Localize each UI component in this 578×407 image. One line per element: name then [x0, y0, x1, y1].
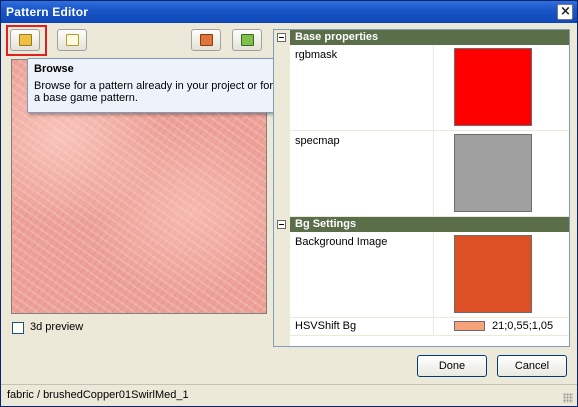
title-bar[interactable]: Pattern Editor ×: [1, 1, 577, 23]
category-bg-settings[interactable]: Bg Settings: [274, 217, 569, 232]
property-name: specmap: [295, 135, 340, 147]
done-button[interactable]: Done: [417, 355, 487, 377]
folder-open-icon: [19, 34, 32, 46]
property-row-specmap[interactable]: specmap: [290, 131, 569, 217]
specmap-swatch[interactable]: [454, 134, 532, 212]
category-label: Base properties: [295, 31, 379, 43]
cancel-button[interactable]: Cancel: [497, 355, 567, 377]
property-name: Background Image: [295, 236, 388, 248]
rgbmask-swatch[interactable]: [454, 48, 532, 126]
tooltip-body: Browse for a pattern already in your pro…: [34, 80, 274, 104]
pattern-editor-window: Pattern Editor × Browse Browse for a pat…: [0, 0, 578, 407]
tool-button-red[interactable]: [191, 29, 221, 51]
cube-red-icon: [200, 34, 213, 46]
hsvshift-color-swatch[interactable]: [454, 321, 485, 331]
resize-grip-icon[interactable]: [563, 393, 573, 403]
new-document-icon: [66, 34, 79, 46]
3d-preview-label: 3d preview: [30, 321, 84, 333]
pattern-path: fabric / brushedCopper01SwirlMed_1: [7, 389, 189, 401]
property-name: HSVShift Bg: [295, 320, 357, 332]
category-label: Bg Settings: [295, 218, 357, 230]
property-row-rgbmask[interactable]: rgbmask: [290, 45, 569, 131]
close-icon: ×: [560, 4, 571, 19]
browse-tooltip: Browse Browse for a pattern already in y…: [27, 58, 282, 113]
status-bar: fabric / brushedCopper01SwirlMed_1: [1, 384, 577, 406]
hsvshift-value[interactable]: 21;0,55;1,05: [492, 320, 553, 332]
tool-button-green[interactable]: [232, 29, 262, 51]
property-row-background-image[interactable]: Background Image: [290, 232, 569, 318]
collapse-icon[interactable]: [277, 220, 286, 229]
new-pattern-button[interactable]: [57, 29, 87, 51]
tooltip-title: Browse: [34, 63, 74, 75]
grid-gutter: [274, 30, 290, 346]
category-base-properties[interactable]: Base properties: [274, 30, 569, 45]
property-grid: Base properties rgbmask specmap Bg Setti…: [273, 29, 570, 347]
browse-button[interactable]: [10, 29, 40, 51]
3d-preview-checkbox[interactable]: [12, 322, 24, 334]
window-title: Pattern Editor: [6, 5, 89, 19]
close-button[interactable]: ×: [557, 4, 573, 20]
background-image-swatch[interactable]: [454, 235, 532, 313]
property-row-hsvshift-bg[interactable]: HSVShift Bg 21;0,55;1,05: [290, 318, 569, 336]
cube-green-icon: [241, 34, 254, 46]
collapse-icon[interactable]: [277, 33, 286, 42]
property-name: rgbmask: [295, 49, 338, 61]
